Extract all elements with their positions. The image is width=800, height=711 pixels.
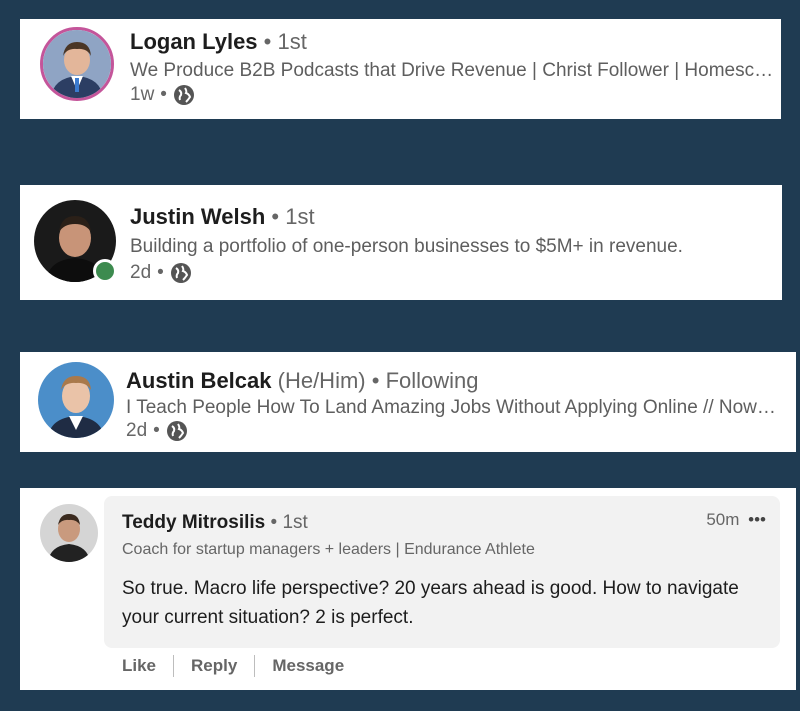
more-options-icon[interactable]: ••• <box>748 510 766 529</box>
author-headline: I Teach People How To Land Amazing Jobs … <box>126 397 781 418</box>
globe-icon <box>173 84 195 106</box>
post-card-justin: Justin Welsh • 1st Building a portfolio … <box>20 185 782 300</box>
commenter-headline: Coach for startup managers + leaders | E… <box>122 541 535 558</box>
post-time: 2d <box>130 262 152 283</box>
connection-degree: 1st <box>285 204 315 229</box>
connection-degree: 1st <box>282 512 308 533</box>
author-name[interactable]: Austin Belcak <box>126 368 272 393</box>
author-line: Logan Lyles • 1st <box>130 29 307 55</box>
connection-degree: 1st <box>277 29 307 54</box>
commenter-line: Teddy Mitrosilis • 1st <box>122 512 308 534</box>
author-pronouns: (He/Him) <box>277 368 366 393</box>
globe-icon <box>170 262 192 284</box>
globe-icon <box>166 420 188 442</box>
author-line: Justin Welsh • 1st <box>130 204 315 230</box>
separator: • <box>263 29 272 54</box>
separator: • <box>153 420 160 441</box>
avatar[interactable] <box>38 362 114 438</box>
post-meta: 1w • <box>130 84 195 106</box>
like-button[interactable]: Like <box>122 656 173 676</box>
connection-degree: Following <box>385 368 479 393</box>
separator: • <box>371 368 380 393</box>
post-time: 2d <box>126 420 148 441</box>
avatar[interactable] <box>40 27 114 101</box>
comment-bubble: Teddy Mitrosilis • 1st 50m ••• Coach for… <box>104 496 780 648</box>
reply-button[interactable]: Reply <box>174 656 254 676</box>
post-card-austin: Austin Belcak (He/Him) • Following I Tea… <box>20 352 796 452</box>
online-status-indicator <box>93 259 117 283</box>
author-headline: Building a portfolio of one-person busin… <box>130 236 683 257</box>
author-headline: We Produce B2B Podcasts that Drive Reven… <box>130 60 780 81</box>
comment-text: So true. Macro life perspective? 20 year… <box>122 578 739 628</box>
separator: • <box>160 84 167 105</box>
comment-actions: Like Reply Message <box>122 655 361 677</box>
separator: • <box>157 262 164 283</box>
separator: • <box>271 204 280 229</box>
author-line: Austin Belcak (He/Him) • Following <box>126 368 479 394</box>
post-card-logan: Logan Lyles • 1st We Produce B2B Podcast… <box>20 19 781 119</box>
post-meta: 2d • <box>126 420 188 442</box>
post-meta: 2d • <box>130 262 192 284</box>
comment-time-and-menu: 50m ••• <box>706 510 766 530</box>
separator: • <box>270 512 278 533</box>
commenter-name[interactable]: Teddy Mitrosilis <box>122 512 265 533</box>
post-time: 1w <box>130 84 155 105</box>
message-button[interactable]: Message <box>255 656 361 676</box>
avatar[interactable] <box>40 504 98 562</box>
author-name[interactable]: Justin Welsh <box>130 204 265 229</box>
author-name[interactable]: Logan Lyles <box>130 29 258 54</box>
comment-time: 50m <box>706 510 740 529</box>
